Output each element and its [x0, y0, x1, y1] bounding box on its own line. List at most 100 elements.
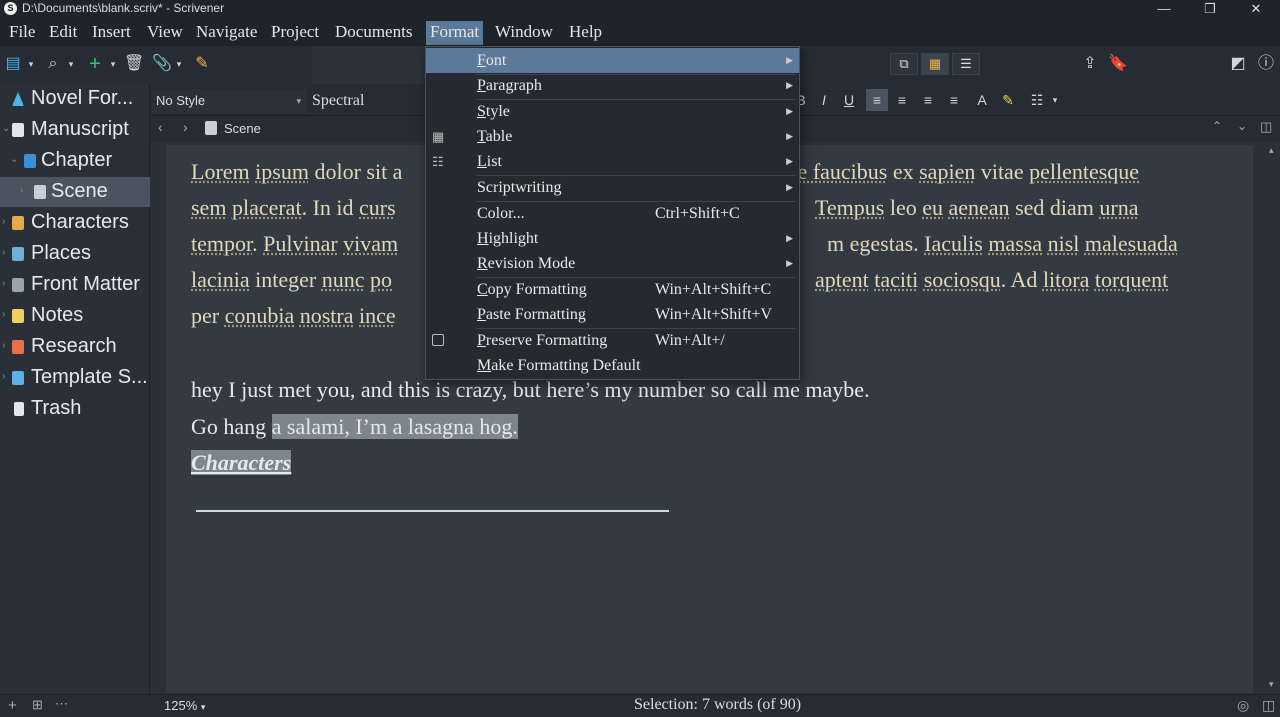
binder-item-research[interactable]: › Research — [0, 332, 150, 362]
highlight-icon[interactable]: ✎ — [997, 89, 1019, 111]
checkbox-icon[interactable] — [432, 334, 444, 346]
binder-item-label: Manuscript — [31, 118, 129, 140]
zoom-select[interactable]: 125% ▾ — [164, 698, 205, 713]
chevron-down-icon: ▾ — [296, 96, 301, 106]
status-bar: + ⊞ ⋯ 125% ▾ Selection: 7 words (of 90) … — [0, 694, 1280, 717]
paperclip-icon[interactable]: 📎 — [152, 54, 172, 76]
menu-item-copy-formatting[interactable]: Copy Formatting Win+Alt+Shift+C — [426, 277, 799, 302]
menu-item-revision-mode[interactable]: Revision Mode ▶ — [426, 251, 799, 276]
chevron-right-icon[interactable]: › — [2, 332, 5, 360]
menu-item-color[interactable]: Color... Ctrl+Shift+C — [426, 201, 799, 226]
bookmark-icon[interactable]: 🔖 — [1108, 54, 1128, 76]
align-justify-icon[interactable]: ≡ — [917, 89, 939, 111]
chevron-down-icon[interactable]: ▾ — [1044, 89, 1066, 111]
add-folder-icon[interactable]: ⊞ — [32, 697, 43, 713]
menu-edit[interactable]: Edit — [45, 21, 81, 45]
trash-icon — [14, 402, 24, 416]
italic-icon[interactable]: I — [813, 89, 835, 111]
align-left-icon[interactable]: ≡ — [866, 89, 888, 111]
menu-bar: File Edit Insert View Navigate Project D… — [0, 18, 1280, 46]
menu-item-font[interactable]: Font ▶ — [426, 48, 799, 73]
binder-item-novel-format[interactable]: Novel For... — [0, 84, 150, 114]
chevron-down-icon[interactable]: ⌄ — [10, 146, 18, 174]
chevron-right-icon[interactable]: › — [20, 177, 23, 205]
align-right-icon[interactable]: ≡ — [943, 89, 965, 111]
binder-item-chapter[interactable]: ⌄ Chapter — [0, 146, 150, 176]
chevron-down-icon[interactable]: ⌄ — [2, 115, 10, 143]
text-color-icon[interactable]: A — [971, 89, 993, 111]
add-icon[interactable]: + — [86, 54, 104, 76]
editor-scrollbar[interactable]: ▴ ▾ — [1267, 145, 1280, 693]
scroll-down-icon[interactable]: ▾ — [1269, 679, 1274, 690]
trash-icon[interactable]: 🗑 — [124, 54, 144, 76]
menu-file[interactable]: File — [5, 21, 39, 45]
more-icon[interactable]: ⋯ — [55, 696, 68, 712]
minimize-button[interactable]: — — [1141, 0, 1187, 18]
menu-item-table[interactable]: ▦ Table ▶ — [426, 124, 799, 149]
scrivenings-view-icon[interactable]: ⧉ — [890, 53, 918, 75]
menu-item-paragraph[interactable]: Paragraph ▶ — [426, 73, 799, 98]
search-icon[interactable]: ⌕ — [44, 54, 62, 76]
chevron-up-icon[interactable]: ⌃ — [1212, 119, 1222, 133]
underline-icon[interactable]: U — [838, 89, 860, 111]
menu-view[interactable]: View — [143, 21, 187, 45]
chevron-down-icon[interactable]: ▾ — [64, 54, 78, 76]
menu-item-scriptwriting[interactable]: Scriptwriting ▶ — [426, 175, 799, 200]
menu-item-highlight[interactable]: Highlight ▶ — [426, 226, 799, 251]
chevron-right-icon[interactable]: › — [2, 239, 5, 267]
binder-item-label: Scene — [51, 180, 108, 202]
scroll-up-icon[interactable]: ▴ — [1269, 145, 1274, 156]
chevron-down-icon[interactable]: ▾ — [24, 54, 38, 76]
binder-item-notes[interactable]: › Notes — [0, 301, 150, 331]
inspector-toggle-icon[interactable]: ◫ — [1262, 697, 1275, 714]
menu-item-preserve-formatting[interactable]: Preserve Formatting Win+Alt+/ — [426, 328, 799, 353]
style-select[interactable]: No Style ▾ — [152, 89, 307, 113]
menu-item-paste-formatting[interactable]: Paste Formatting Win+Alt+Shift+V — [426, 302, 799, 327]
menu-help[interactable]: Help — [565, 21, 606, 45]
chevron-down-icon[interactable]: ⌄ — [1237, 119, 1247, 133]
share-icon[interactable]: ⇪ — [1080, 54, 1100, 76]
outliner-view-icon[interactable]: ☰ — [952, 53, 980, 75]
binder-item-characters[interactable]: › Characters — [0, 208, 150, 238]
chevron-down-icon[interactable]: ▾ — [106, 54, 120, 76]
binder-item-trash[interactable]: Trash — [0, 394, 150, 424]
menu-format[interactable]: Format — [426, 21, 484, 45]
target-icon[interactable]: ◎ — [1237, 697, 1249, 714]
restore-button[interactable]: ❐ — [1187, 0, 1233, 18]
binder-item-template-sheets[interactable]: › Template S... — [0, 363, 150, 393]
chevron-right-icon[interactable]: › — [2, 208, 5, 236]
font-select[interactable]: Spectral — [312, 89, 432, 113]
split-view-icon[interactable]: ◫ — [1260, 119, 1272, 135]
edit-icon[interactable]: ✎ — [192, 54, 212, 76]
places-folder-icon — [12, 247, 24, 261]
binder-item-places[interactable]: › Places — [0, 239, 150, 269]
binder-item-front-matter[interactable]: › Front Matter — [0, 270, 150, 300]
window-title: D:\Documents\blank.scriv* - Scrivener — [22, 1, 225, 15]
binder-sidebar: Novel For... ⌄ Manuscript ⌄ Chapter › Sc… — [0, 84, 150, 694]
add-icon[interactable]: + — [8, 697, 17, 714]
chevron-right-icon[interactable]: › — [2, 270, 5, 298]
menu-project[interactable]: Project — [267, 21, 323, 45]
forward-arrow-icon[interactable]: › — [183, 119, 188, 135]
binder-item-scene[interactable]: › Scene — [0, 177, 150, 207]
chevron-right-icon[interactable]: › — [2, 363, 5, 391]
menu-item-style[interactable]: Style ▶ — [426, 99, 799, 124]
menu-item-list[interactable]: ☷ List ▶ — [426, 149, 799, 174]
inspector-icon[interactable]: ⓘ — [1256, 54, 1276, 76]
editor-line-2: sem placerat. In id curs Tempus leo eu a… — [191, 195, 1139, 220]
menu-window[interactable]: Window — [491, 21, 557, 45]
menu-navigate[interactable]: Navigate — [192, 21, 261, 45]
align-center-icon[interactable]: ≡ — [891, 89, 913, 111]
close-button[interactable]: ✕ — [1233, 0, 1279, 18]
binder-toggle-icon[interactable]: ▤ — [4, 54, 22, 76]
binder-item-manuscript[interactable]: ⌄ Manuscript — [0, 115, 150, 145]
compose-mode-icon[interactable]: ◩ — [1228, 54, 1248, 76]
chevron-down-icon[interactable]: ▾ — [172, 54, 186, 76]
corkboard-view-icon[interactable]: ▦ — [921, 53, 949, 75]
menu-documents[interactable]: Documents — [331, 21, 416, 45]
menu-item-make-formatting-default[interactable]: Make Formatting Default — [426, 353, 799, 378]
toolbar-gap — [312, 46, 432, 84]
chevron-right-icon[interactable]: › — [2, 301, 5, 329]
menu-insert[interactable]: Insert — [88, 21, 135, 45]
back-arrow-icon[interactable]: ‹ — [158, 119, 163, 135]
